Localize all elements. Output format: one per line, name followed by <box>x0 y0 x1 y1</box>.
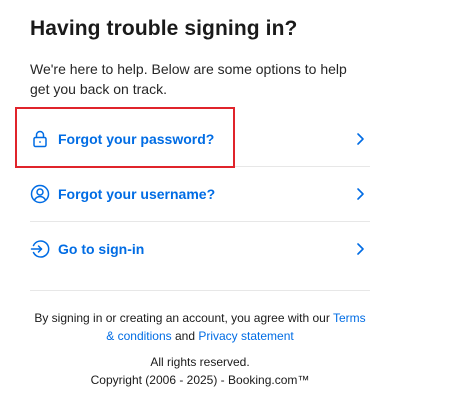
forgot-username-label: Forgot your username? <box>58 186 216 202</box>
lock-icon <box>30 129 50 149</box>
go-to-sign-in-label: Go to sign-in <box>58 241 145 257</box>
intro-text: We're here to help. Below are some optio… <box>30 61 347 97</box>
privacy-link[interactable]: Privacy statement <box>198 329 293 343</box>
copyright-text: Copyright (2006 - 2025) - Booking.com™ <box>90 373 310 387</box>
legal-middle: and <box>171 329 199 343</box>
footer: All rights reserved. Copyright (2006 - 2… <box>30 353 370 389</box>
help-options-list: Forgot your password? Forgot your userna… <box>30 112 370 276</box>
forgot-username-option[interactable]: Forgot your username? <box>30 166 370 221</box>
legal-prefix: By signing in or creating an account, yo… <box>34 311 333 325</box>
legal-text: By signing in or creating an account, yo… <box>30 309 370 345</box>
chevron-right-icon <box>354 187 366 201</box>
page-title: Having trouble signing in? <box>30 17 298 40</box>
divider <box>30 290 370 291</box>
forgot-password-option[interactable]: Forgot your password? <box>30 112 370 166</box>
go-to-sign-in-option[interactable]: Go to sign-in <box>30 221 370 276</box>
chevron-right-icon <box>354 132 366 146</box>
forgot-password-label: Forgot your password? <box>58 131 215 147</box>
user-circle-icon <box>30 184 50 204</box>
sign-in-icon <box>30 239 50 259</box>
chevron-right-icon <box>354 242 366 256</box>
rights-text: All rights reserved. <box>150 355 250 369</box>
